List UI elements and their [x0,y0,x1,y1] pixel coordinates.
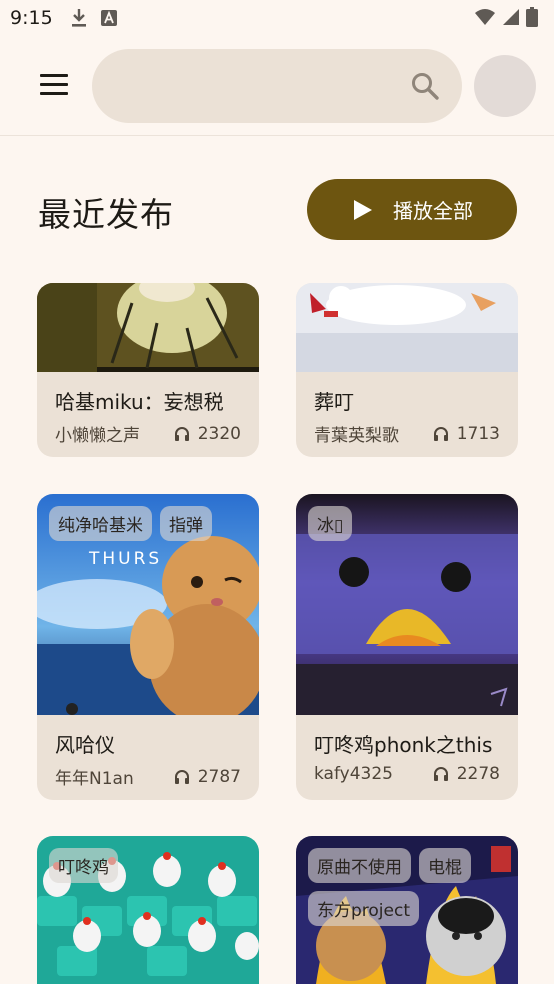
cover-art: 冰▯ [296,494,518,715]
play-all-button[interactable]: 播放全部 [307,179,517,240]
play-icon [354,199,372,220]
song-card[interactable]: THURS 纯净哈基米 指弹 风哈仪 年年N1an 2787 [37,494,259,800]
search-input[interactable] [92,49,462,123]
song-card[interactable]: 原曲不使用 电棍 东方project [296,836,518,984]
cover-art [296,283,518,372]
song-card[interactable]: 叮咚鸡 [37,836,259,984]
song-title: 叮咚鸡phonk之this [314,733,493,757]
tag[interactable]: 纯净哈基米 [49,506,152,541]
play-count: 2278 [433,764,500,784]
card-info: 哈基miku：妄想税 小懒懒之声 2320 [37,372,259,457]
search-icon[interactable] [410,71,440,101]
card-info: 风哈仪 年年N1an 2787 [37,715,259,800]
tag[interactable]: 原曲不使用 [308,848,411,883]
status-bar: 9:15 [0,0,554,36]
tag[interactable]: 冰▯ [308,506,353,541]
play-all-label: 播放全部 [393,199,473,223]
song-author: 青葉英梨歌 [314,426,399,446]
play-count-value: 2787 [197,766,241,787]
status-time: 9:15 [10,7,53,29]
cover-art: THURS 纯净哈基米 指弹 [37,494,259,715]
play-count-value: 1713 [456,423,500,444]
headphones-icon [433,426,448,441]
cover-art [37,283,259,372]
tag[interactable]: 叮咚鸡 [49,848,118,883]
download-icon [71,9,86,27]
cover-art: 原曲不使用 电棍 东方project [296,836,518,984]
battery-icon [526,7,538,27]
play-count: 2787 [174,764,241,789]
song-card[interactable]: 葬叮 青葉英梨歌 1713 [296,283,518,457]
song-author: 小懒懒之声 [55,426,140,446]
headphones-icon [174,769,189,784]
song-card[interactable]: 冰▯ 叮咚鸡phonk之this kafy4325 2278 [296,494,518,800]
play-count-value: 2278 [456,764,500,784]
tag[interactable]: 电棍 [419,848,471,883]
headphones-icon [433,767,448,781]
song-card[interactable]: 哈基miku：妄想税 小懒懒之声 2320 [37,283,259,457]
song-title: 哈基miku：妄想税 [55,390,224,414]
card-info: 叮咚鸡phonk之this kafy4325 2278 [296,715,518,800]
tag[interactable]: 东方project [308,891,420,926]
play-count: 1713 [433,421,500,446]
menu-button[interactable] [40,74,70,98]
font-icon [100,10,117,26]
song-title: 葬叮 [314,390,354,414]
avatar[interactable] [474,55,536,117]
top-app-bar [0,36,554,136]
card-info: 葬叮 青葉英梨歌 1713 [296,372,518,457]
cover-art: 叮咚鸡 [37,836,259,984]
song-author: kafy4325 [314,764,393,784]
song-title: 风哈仪 [55,733,115,757]
wifi-icon [475,9,495,25]
play-count-value: 2320 [197,423,241,444]
tag[interactable]: 指弹 [160,506,212,541]
headphones-icon [174,426,189,441]
play-count: 2320 [174,421,241,446]
section-title: 最近发布 [38,195,174,234]
svg-text:THURS: THURS [88,549,162,569]
menu-icon [40,74,68,77]
signal-icon [503,9,519,25]
song-author: 年年N1an [55,769,134,789]
